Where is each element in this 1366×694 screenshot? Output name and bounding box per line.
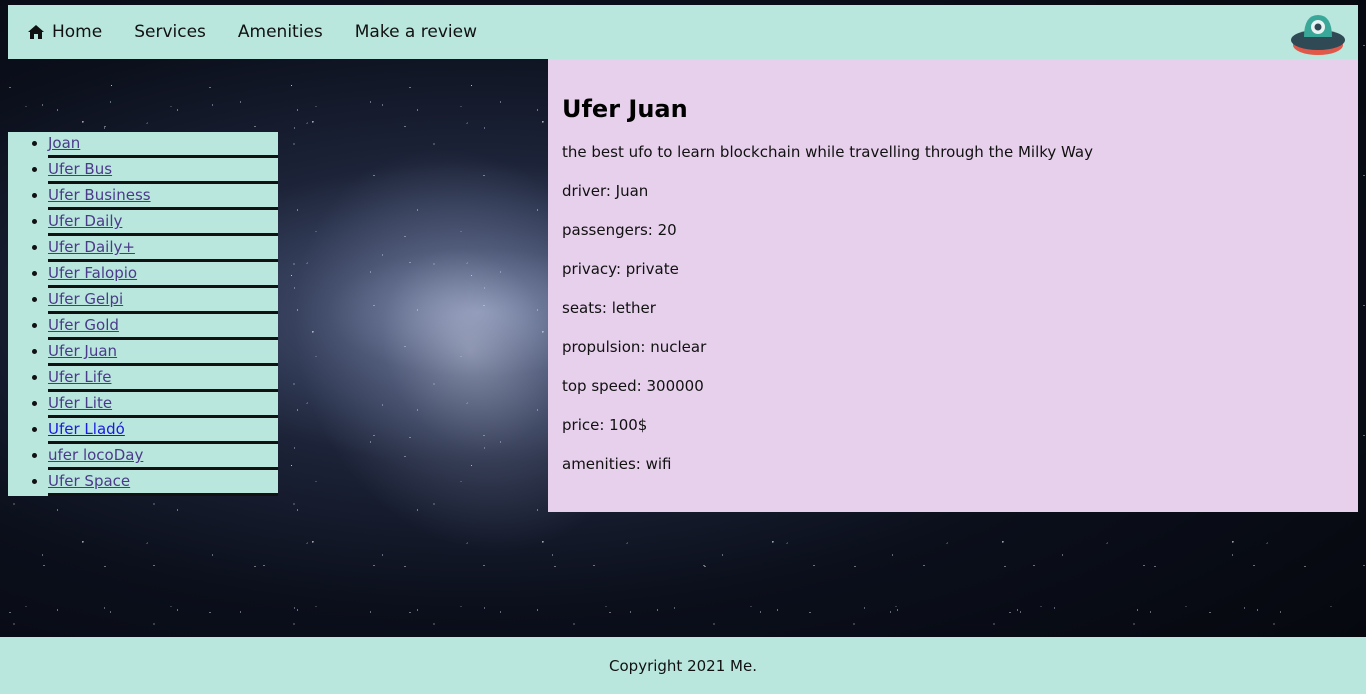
- ufer-list-sidebar: Joan Ufer Bus Ufer Business Ufer Daily U…: [8, 132, 278, 496]
- ufer-link-bus[interactable]: Ufer Bus: [48, 160, 112, 178]
- detail-passengers: passengers: 20: [562, 221, 677, 239]
- ufer-link-lite[interactable]: Ufer Lite: [48, 394, 112, 412]
- home-icon: [28, 25, 44, 39]
- nav-make-review-label: Make a review: [354, 22, 477, 42]
- nav-home-label: Home: [52, 22, 103, 42]
- detail-title: Ufer Juan: [562, 95, 688, 123]
- ufer-link-gelpi[interactable]: Ufer Gelpi: [48, 290, 123, 308]
- list-item: Ufer Space: [48, 470, 278, 496]
- ufer-link-juan[interactable]: Ufer Juan: [48, 342, 117, 360]
- list-item: ufer locoDay: [48, 444, 278, 470]
- ufer-list: Joan Ufer Bus Ufer Business Ufer Daily U…: [8, 132, 278, 496]
- list-item: Ufer Gelpi: [48, 288, 278, 314]
- list-item: Ufer Life: [48, 366, 278, 392]
- list-item: Ufer Bus: [48, 158, 278, 184]
- ufer-link-falopio[interactable]: Ufer Falopio: [48, 264, 137, 282]
- ufer-link-business[interactable]: Ufer Business: [48, 186, 151, 204]
- ufer-link-joan[interactable]: Joan: [48, 134, 80, 152]
- detail-top-speed: top speed: 300000: [562, 377, 704, 395]
- ufer-detail-panel: Ufer Juan the best ufo to learn blockcha…: [548, 59, 1358, 512]
- ufer-link-life[interactable]: Ufer Life: [48, 368, 111, 386]
- top-navbar: Home Services Amenities Make a review: [8, 5, 1358, 59]
- nav-home[interactable]: Home: [28, 22, 102, 42]
- ufer-link-daily-plus[interactable]: Ufer Daily+: [48, 238, 135, 256]
- list-item: Ufer Daily+: [48, 236, 278, 262]
- detail-propulsion: propulsion: nuclear: [562, 338, 707, 356]
- nav-amenities-label: Amenities: [237, 22, 323, 42]
- ufer-link-locoday[interactable]: ufer locoDay: [48, 446, 143, 464]
- detail-seats: seats: lether: [562, 299, 656, 317]
- ufer-link-daily[interactable]: Ufer Daily: [48, 212, 122, 230]
- list-item: Ufer Gold: [48, 314, 278, 340]
- nav-services[interactable]: Services: [134, 22, 206, 42]
- nav-amenities[interactable]: Amenities: [238, 22, 323, 42]
- page-footer: Copyright 2021 Me.: [0, 637, 1366, 694]
- list-item: Ufer Falopio: [48, 262, 278, 288]
- detail-price: price: 100$: [562, 416, 648, 434]
- detail-amenities: amenities: wifi: [562, 455, 672, 473]
- list-item: Ufer Lladó: [48, 418, 278, 444]
- list-item: Ufer Business: [48, 184, 278, 210]
- ufer-link-space[interactable]: Ufer Space: [48, 472, 130, 490]
- detail-description: the best ufo to learn blockchain while t…: [562, 143, 1093, 161]
- list-item: Ufer Juan: [48, 340, 278, 366]
- detail-privacy: privacy: private: [562, 260, 679, 278]
- ufer-link-gold[interactable]: Ufer Gold: [48, 316, 119, 334]
- list-item: Ufer Daily: [48, 210, 278, 236]
- ufer-link-llado[interactable]: Ufer Lladó: [48, 420, 125, 438]
- nav-services-label: Services: [134, 22, 206, 42]
- footer-copyright: Copyright 2021 Me.: [609, 656, 757, 675]
- list-item: Joan: [48, 132, 278, 158]
- list-item: Ufer Lite: [48, 392, 278, 418]
- ufo-logo-icon[interactable]: [1290, 9, 1346, 57]
- detail-driver: driver: Juan: [562, 182, 649, 200]
- nav-make-review[interactable]: Make a review: [355, 22, 477, 42]
